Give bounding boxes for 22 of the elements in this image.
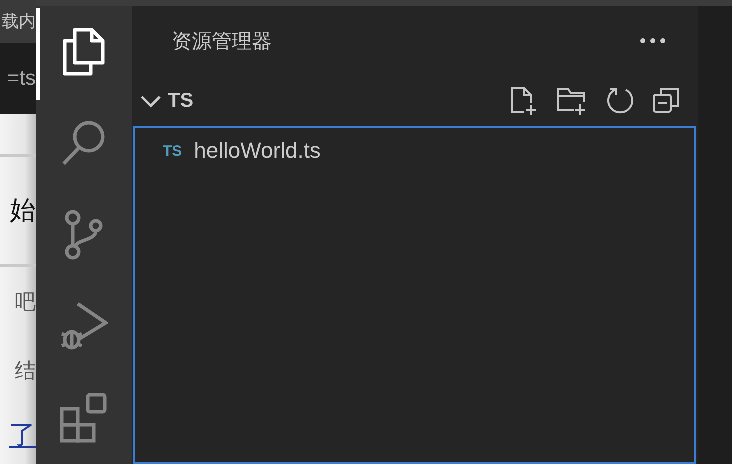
extensions-icon (60, 393, 108, 444)
collapse-all-icon[interactable] (652, 86, 680, 116)
new-folder-icon[interactable] (556, 86, 588, 116)
refresh-icon[interactable] (606, 86, 634, 116)
chevron-icon[interactable] (140, 94, 162, 108)
typescript-file-icon: TS (163, 142, 182, 160)
branch-icon (64, 210, 104, 260)
page-text: 始 (10, 194, 36, 227)
new-file-icon[interactable] (508, 86, 538, 116)
page-link[interactable]: 了 (9, 417, 36, 454)
page-text: =ts (7, 66, 36, 91)
sidebar-title: 资源管理器 (172, 30, 272, 54)
search-icon (61, 119, 107, 168)
files-icon (61, 26, 107, 77)
more-icon[interactable] (640, 38, 666, 44)
folder-label[interactable]: TS (168, 90, 508, 112)
page-text: 吧 (15, 290, 36, 316)
file-name[interactable]: helloWorld.ts (194, 138, 321, 164)
page-text: 结 (15, 359, 36, 386)
run-debug-icon (60, 302, 108, 352)
page-text: 载内 (2, 11, 36, 34)
activity-bar-button[interactable] (61, 26, 107, 77)
